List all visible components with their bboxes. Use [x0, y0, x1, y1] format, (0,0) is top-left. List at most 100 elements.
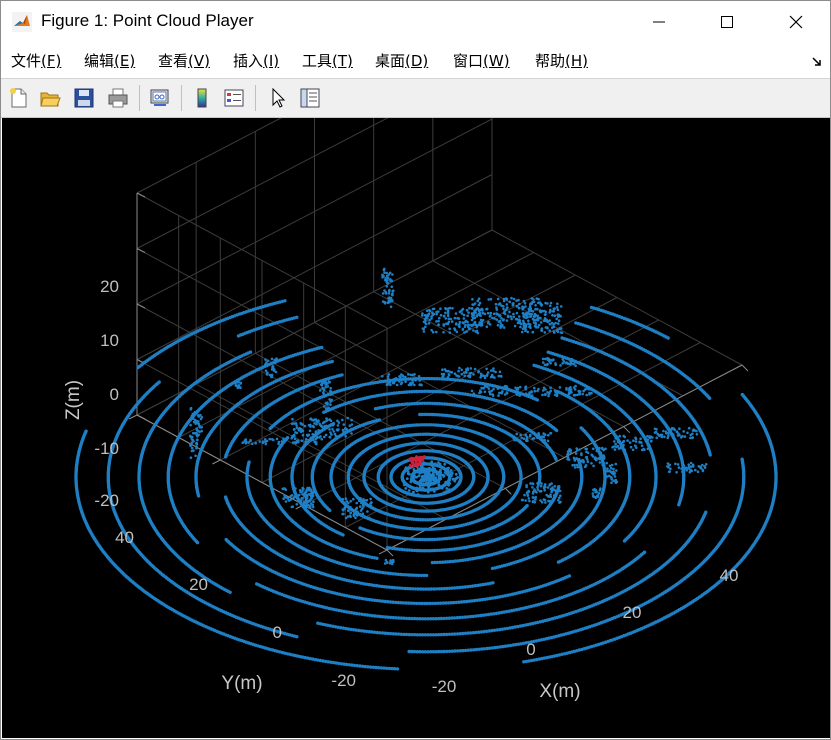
cloud-point: [556, 560, 561, 564]
link-plot-icon: [150, 89, 169, 106]
grid-line: [491, 229, 743, 366]
x-tick-mark: [386, 549, 394, 557]
z-tick-mark: [136, 303, 146, 309]
dock-arrow-icon[interactable]: [812, 57, 822, 67]
property-inspector-button[interactable]: [297, 85, 323, 111]
matlab-icon: [12, 12, 32, 32]
x-tick-mark: [623, 426, 631, 434]
print-icon: [108, 88, 128, 108]
cloud-point: [248, 350, 253, 354]
menu-desktop-mnemonic: (D): [405, 52, 429, 70]
cloud-point: [472, 474, 476, 478]
x-tick-mark: [741, 364, 749, 372]
cloud-point: [622, 539, 627, 543]
colorbar-button[interactable]: [189, 85, 215, 111]
cloud-point: [459, 474, 463, 478]
minimize-button[interactable]: [636, 1, 682, 43]
menu-file-mnemonic: (F): [41, 52, 62, 70]
cloud-point: [316, 621, 320, 625]
cloud-point: [84, 429, 88, 433]
cloud-point: [538, 473, 542, 478]
menu-help[interactable]: 帮助(H): [535, 50, 588, 71]
figure-toolbar: [1, 78, 830, 118]
axes-3d[interactable]: 20 10 0 -10 -20 40 20 0 -20 -20 0 20 40 …: [2, 118, 830, 738]
cloud-point: [358, 526, 362, 530]
cloud-point: [677, 503, 681, 507]
menu-tools[interactable]: 工具(T): [302, 50, 353, 71]
cloud-point: [320, 345, 324, 350]
cloud-point: [247, 460, 251, 464]
point-cloud: [74, 267, 778, 671]
cloud-point: [742, 473, 746, 478]
cloud-point: [654, 473, 658, 478]
menu-file[interactable]: 文件(F): [11, 50, 61, 71]
menu-tools-mnemonic: (T): [332, 52, 353, 70]
cloud-point: [519, 474, 523, 478]
save-button[interactable]: [71, 85, 97, 111]
cloud-point: [708, 453, 712, 457]
save-icon: [74, 88, 94, 108]
cloud-point: [285, 436, 290, 440]
property-inspector-icon: [300, 88, 320, 108]
open-file-icon: [40, 92, 61, 107]
cloud-point: [554, 428, 559, 433]
cloud-point: [330, 359, 334, 364]
print-button[interactable]: [105, 85, 131, 111]
cloud-point: [707, 396, 712, 400]
toolbar-separator: [181, 85, 182, 111]
cloud-point: [522, 660, 526, 664]
cloud-point: [490, 566, 495, 571]
cloud-point: [535, 398, 539, 402]
edit-plot-cursor-icon: [272, 87, 286, 108]
new-figure-button[interactable]: [6, 85, 32, 111]
edit-plot-button[interactable]: [265, 85, 291, 111]
menu-insert-mnemonic: (I): [263, 52, 280, 70]
cloud-point: [580, 473, 584, 478]
menu-edit[interactable]: 编辑(E): [84, 50, 135, 71]
toolbar-separator: [139, 85, 140, 111]
menu-insert[interactable]: 插入(I): [233, 50, 279, 71]
link-plot-button[interactable]: [147, 85, 173, 111]
cloud-point: [224, 537, 228, 542]
cloud-point: [554, 457, 558, 461]
menu-window[interactable]: 窗口(W): [453, 50, 510, 71]
close-icon: [789, 15, 803, 29]
cloud-point: [157, 380, 161, 384]
z-tick-mark: [136, 248, 146, 253]
menu-view-label: 查看: [158, 52, 189, 70]
maximize-button[interactable]: [704, 1, 750, 43]
minimize-icon: [653, 21, 665, 23]
toolbar-separator: [255, 85, 256, 111]
menu-window-label: 窗口: [453, 52, 484, 70]
point-cloud-plot[interactable]: 20 10 0 -10 -20 40 20 0 -20 -20 0 20 40 …: [2, 118, 830, 738]
menu-view[interactable]: 查看(V): [158, 50, 210, 71]
new-figure-icon: [10, 88, 27, 108]
figure-window: Figure 1: Point Cloud Player 文件(F) 编辑(E)…: [0, 0, 831, 740]
menu-view-mnemonic: (V): [188, 52, 210, 70]
close-button[interactable]: [773, 1, 819, 43]
menu-edit-label: 编辑: [84, 52, 115, 70]
cloud-point: [295, 315, 299, 319]
menu-file-label: 文件: [11, 52, 42, 70]
title-bar[interactable]: Figure 1: Point Cloud Player: [1, 1, 830, 43]
cloud-point: [486, 474, 490, 478]
cloud-point: [223, 495, 228, 499]
menu-bar: 文件(F) 编辑(E) 查看(V) 插入(I) 工具(T) 桌面(D) 窗口(W…: [1, 45, 830, 75]
cloud-point: [407, 649, 411, 654]
legend-button[interactable]: [221, 85, 247, 111]
z-tick-mark: [136, 192, 146, 198]
menu-insert-label: 插入: [233, 52, 264, 70]
cloud-point: [682, 473, 686, 478]
cloud-point: [340, 373, 344, 377]
open-file-button[interactable]: [37, 85, 63, 111]
maximize-icon: [721, 16, 733, 28]
menu-window-mnemonic: (W): [483, 52, 510, 70]
legend-icon: [224, 89, 244, 107]
menu-desktop-label: 桌面: [375, 52, 406, 70]
cloud-point: [502, 474, 506, 478]
menu-tools-label: 工具: [302, 52, 333, 70]
menu-desktop[interactable]: 桌面(D): [375, 50, 428, 71]
y-tick-mark: [378, 549, 388, 555]
z-tick-mark: [136, 414, 146, 420]
cloud-point: [385, 545, 390, 550]
